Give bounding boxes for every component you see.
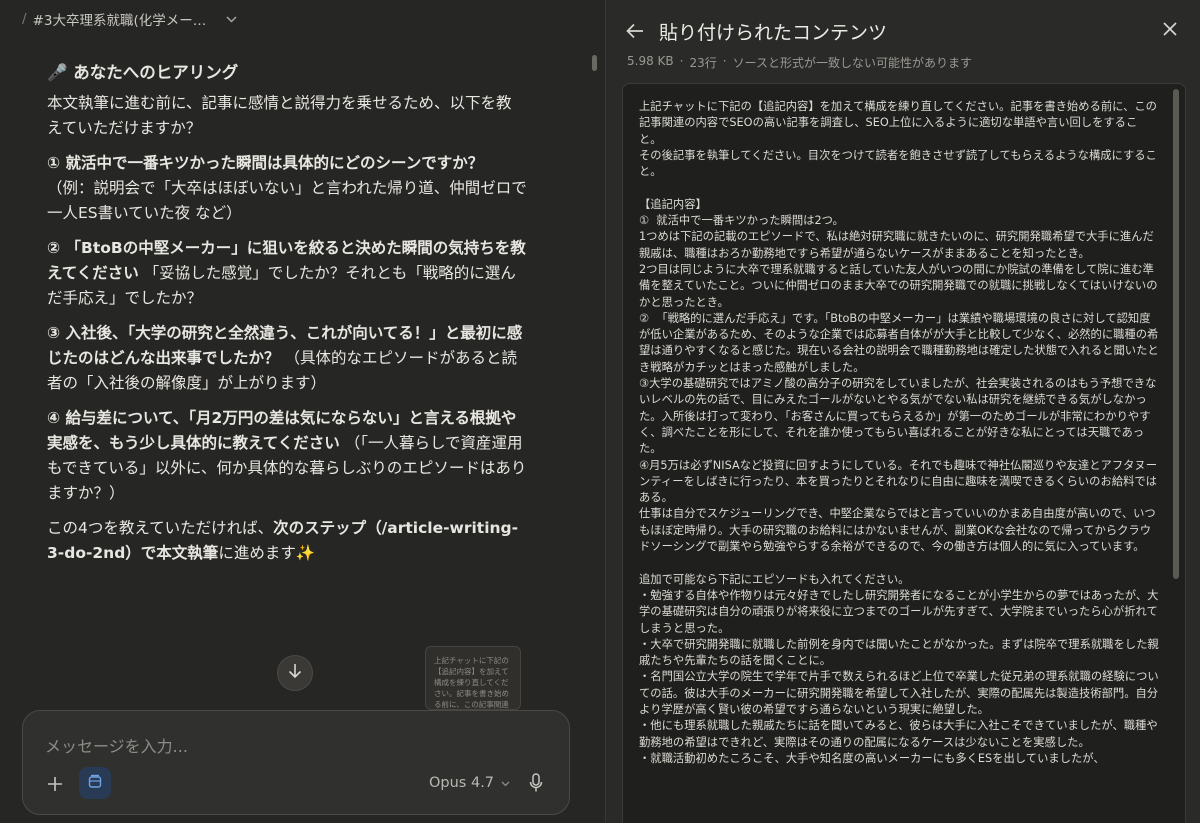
scroll-down-button[interactable]	[277, 655, 313, 691]
question-1-bold: ① 就活中で一番キツかった瞬間は具体的にどのシーンですか？	[47, 154, 484, 172]
content-lines: 23行	[689, 56, 717, 70]
question-2: ② 「BtoBの中堅メーカー」に狙いを絞ると決めた瞬間の気持ちを教えてください …	[47, 236, 527, 311]
content-size: 5.98 KB	[627, 54, 674, 68]
pasted-text: 上記チャットに下記の【追記内容】を加えて構成を練り直してください。記事を書き始め…	[639, 100, 1159, 765]
content-note: ソースと形式が一致しない可能性があります	[732, 56, 972, 70]
content-meta: 5.98 KB · 23行 · ソースと形式が一致しない可能性があります	[627, 54, 972, 71]
question-1: ① 就活中で一番キツかった瞬間は具体的にどのシーンですか？ （例：説明会で「大卒は…	[47, 151, 527, 226]
pasted-content-button[interactable]	[79, 767, 111, 799]
clipboard-icon	[87, 773, 103, 793]
chat-pane: / #3大卒理系就職(化学メー… 🎤 あなたへのヒアリング 本文執筆に進む前に、…	[0, 0, 605, 823]
breadcrumb-slash: /	[22, 11, 27, 27]
message-intro: 本文執筆に進む前に、記事に感情と説得力を乗せるため、以下を教えていただけますか？	[47, 94, 512, 137]
chat-title[interactable]: #3大卒理系就職(化学メー…	[33, 9, 207, 29]
message-input[interactable]: メッセージを入力...	[45, 733, 188, 757]
question-3: ③ 入社後、「大学の研究と全然違う、これが向いてる！」と最初に感じたのはどんな出…	[47, 321, 527, 396]
arrow-down-icon	[288, 663, 302, 684]
pasted-content-panel: 貼り付けられたコンテンツ 5.98 KB · 23行 · ソースと形式が一致しな…	[605, 0, 1200, 823]
chevron-down-icon[interactable]	[226, 12, 237, 26]
chat-scrollbar[interactable]	[592, 55, 597, 71]
pasted-text-scrollbar[interactable]	[1173, 89, 1179, 579]
question-1-rest: （例：説明会で「大卒はほぼいない」と言われた帰り道、仲間ゼロで一人ES書いていた…	[47, 179, 527, 222]
message-composer[interactable]: メッセージを入力... Opus 4.7	[22, 710, 570, 815]
model-selector[interactable]: Opus 4.7	[429, 775, 510, 791]
panel-title: 貼り付けられたコンテンツ	[659, 22, 888, 44]
chat-header[interactable]: / #3大卒理系就職(化学メー…	[22, 8, 237, 30]
message-heading: 🎤 あなたへのヒアリング	[47, 63, 239, 82]
message-outro: この4つを教えていただければ、次のステップ（/article-writing-3…	[47, 516, 527, 566]
assistant-message: 🎤 あなたへのヒアリング 本文執筆に進む前に、記事に感情と説得力を乗せるため、以…	[47, 60, 527, 576]
back-arrow-icon[interactable]	[626, 20, 644, 44]
meta-dot: ·	[722, 54, 727, 68]
meta-dot: ·	[679, 54, 684, 68]
outro-post: に進めます✨	[218, 544, 316, 562]
plus-icon[interactable]	[47, 773, 63, 798]
close-icon[interactable]	[1162, 18, 1178, 43]
outro-pre: この4つを教えていただければ、	[47, 519, 274, 537]
question-4: ④ 給与差について、「月2万円の差は気にならない」と言える根拠や実感を、もう少し…	[47, 406, 527, 506]
pasted-content-thumbnail[interactable]: 上記チャットに下記の【追記内容】を加えて構成を練り直してください。記事を書き始め…	[425, 646, 521, 710]
pasted-text-box[interactable]: 上記チャットに下記の【追記内容】を加えて構成を練り直してください。記事を書き始め…	[622, 83, 1186, 823]
microphone-icon[interactable]	[529, 773, 543, 797]
model-name: Opus 4.7	[429, 775, 495, 791]
chevron-down-icon	[498, 779, 510, 790]
